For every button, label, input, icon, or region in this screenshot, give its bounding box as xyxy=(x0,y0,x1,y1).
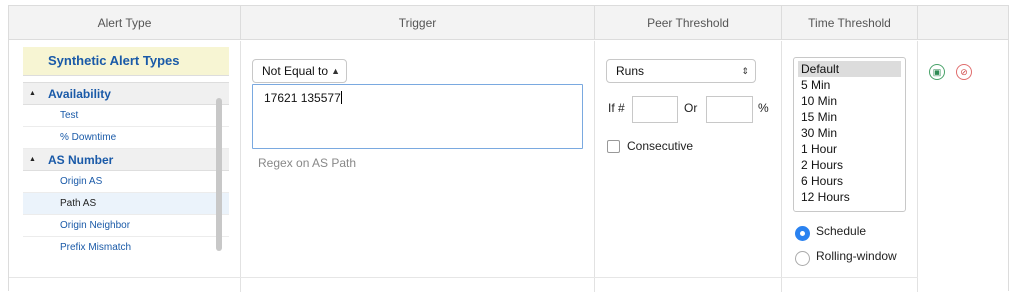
group-availability[interactable]: ▲ Availability xyxy=(23,83,229,105)
alert-type-list-title: Synthetic Alert Types xyxy=(23,47,229,75)
schedule-radio[interactable] xyxy=(795,226,810,241)
peer-percent-input[interactable] xyxy=(706,96,753,123)
list-item-label: Path AS xyxy=(60,198,97,209)
list-item-path-as[interactable]: ▶ Path AS xyxy=(23,193,229,215)
peer-metric-select[interactable]: Runs ⇕ xyxy=(606,59,756,83)
peer-threshold-cell: Runs ⇕ If # Or % Consecutive xyxy=(595,41,782,292)
header-actions xyxy=(918,6,1010,40)
trigger-hint: Regex on AS Path xyxy=(258,156,357,170)
consecutive-checkbox[interactable] xyxy=(607,140,620,153)
list-item-prefix-mismatch[interactable]: Prefix Mismatch xyxy=(23,237,229,257)
time-option-default[interactable]: Default xyxy=(798,61,901,77)
metric-value: Runs xyxy=(616,64,645,78)
time-option-2-hours[interactable]: 2 Hours xyxy=(798,157,901,173)
time-option-10-min[interactable]: 10 Min xyxy=(798,93,901,109)
rolling-window-radio[interactable] xyxy=(795,251,810,266)
time-option-30-min[interactable]: 30 Min xyxy=(798,125,901,141)
if-label: If # xyxy=(608,101,625,115)
alert-rule-table: Alert Type Trigger Peer Threshold Time T… xyxy=(8,5,1010,292)
cancel-button[interactable]: ⊘ xyxy=(956,64,972,80)
trigger-value-textarea[interactable]: 17621 135577 xyxy=(252,84,583,149)
header-trigger: Trigger xyxy=(241,6,595,40)
collapse-triangle-icon[interactable]: ▲ xyxy=(29,83,36,105)
peer-count-input[interactable] xyxy=(632,96,678,123)
actions-cell: ▣ ⊘ xyxy=(918,41,1010,292)
time-option-12-hours[interactable]: 12 Hours xyxy=(798,189,901,205)
rolling-window-label: Rolling-window xyxy=(816,249,897,263)
list-scrollbar[interactable] xyxy=(216,98,222,251)
list-item-origin-as[interactable]: Origin AS xyxy=(23,171,229,193)
alert-type-cell: Synthetic Alert Types ▲ Availability Tes… xyxy=(9,41,241,292)
consecutive-label: Consecutive xyxy=(627,139,694,153)
list-divider xyxy=(23,75,229,83)
collapse-triangle-icon[interactable]: ▲ xyxy=(29,149,36,171)
table-header: Alert Type Trigger Peer Threshold Time T… xyxy=(9,6,1008,40)
group-label: AS Number xyxy=(48,153,114,167)
time-threshold-cell: Default 5 Min 10 Min 15 Min 30 Min 1 Hou… xyxy=(782,41,918,292)
group-as-number[interactable]: ▲ AS Number xyxy=(23,149,229,171)
list-item-test[interactable]: Test xyxy=(23,105,229,127)
save-button[interactable]: ▣ xyxy=(929,64,945,80)
list-item-downtime[interactable]: % Downtime xyxy=(23,127,229,149)
time-option-1-hour[interactable]: 1 Hour xyxy=(798,141,901,157)
trigger-value-text: 17621 135577 xyxy=(264,91,341,105)
select-arrows-icon: ▲ xyxy=(331,66,340,76)
trigger-operator-select[interactable]: Not Equal to ▲ xyxy=(252,59,347,83)
cancel-icon: ⊘ xyxy=(960,67,968,77)
alert-type-list[interactable]: Synthetic Alert Types ▲ Availability Tes… xyxy=(23,47,229,257)
time-option-5-min[interactable]: 5 Min xyxy=(798,77,901,93)
row-divider xyxy=(9,277,918,278)
group-label: Availability xyxy=(48,87,111,101)
list-item-origin-neighbor[interactable]: Origin Neighbor xyxy=(23,215,229,237)
header-alert-type: Alert Type xyxy=(9,6,241,40)
operator-value: Not Equal to xyxy=(262,64,329,78)
header-time-threshold: Time Threshold xyxy=(782,6,918,40)
trigger-cell: Not Equal to ▲ 17621 135577 Regex on AS … xyxy=(241,41,595,292)
schedule-label: Schedule xyxy=(816,224,867,238)
save-icon: ▣ xyxy=(932,67,942,77)
time-option-6-hours[interactable]: 6 Hours xyxy=(798,173,901,189)
or-label: Or xyxy=(684,101,698,115)
header-peer-threshold: Peer Threshold xyxy=(595,6,782,40)
select-arrows-icon: ⇕ xyxy=(741,66,749,76)
time-option-15-min[interactable]: 15 Min xyxy=(798,109,901,125)
time-threshold-listbox[interactable]: Default 5 Min 10 Min 15 Min 30 Min 1 Hou… xyxy=(793,57,906,212)
text-cursor xyxy=(340,91,342,104)
percent-label: % xyxy=(758,101,769,115)
